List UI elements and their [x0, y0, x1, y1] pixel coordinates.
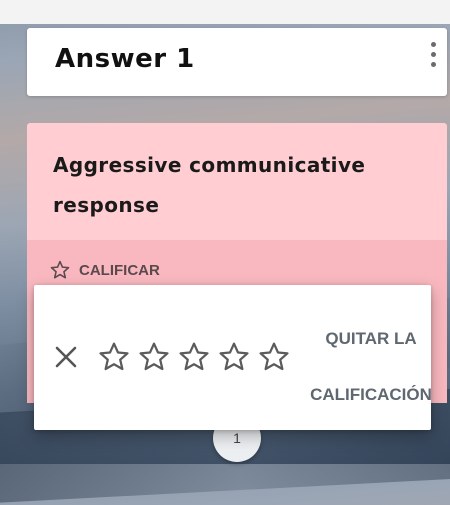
- page-title: Answer 1: [55, 44, 195, 74]
- star-outline-icon: [50, 260, 70, 279]
- star-5-icon[interactable]: [257, 340, 291, 374]
- clear-rating-button[interactable]: QUITAR LA CALIFICACIÓN: [296, 311, 446, 423]
- star-1-icon[interactable]: [97, 340, 131, 374]
- close-icon[interactable]: [52, 343, 80, 371]
- rate-button[interactable]: CALIFICAR: [49, 258, 160, 282]
- rate-label: CALIFICAR: [79, 261, 160, 279]
- page-indicator-label: 1: [233, 430, 241, 446]
- answer-text: Aggressive communicative response: [53, 153, 366, 217]
- title-card: Answer 1: [27, 28, 447, 96]
- more-vert-icon[interactable]: [426, 40, 440, 70]
- star-rating: [97, 340, 291, 374]
- status-area: [0, 0, 450, 24]
- star-2-icon[interactable]: [137, 340, 171, 374]
- star-3-icon[interactable]: [177, 340, 211, 374]
- rating-popup: QUITAR LA CALIFICACIÓN: [34, 285, 432, 430]
- star-4-icon[interactable]: [217, 340, 251, 374]
